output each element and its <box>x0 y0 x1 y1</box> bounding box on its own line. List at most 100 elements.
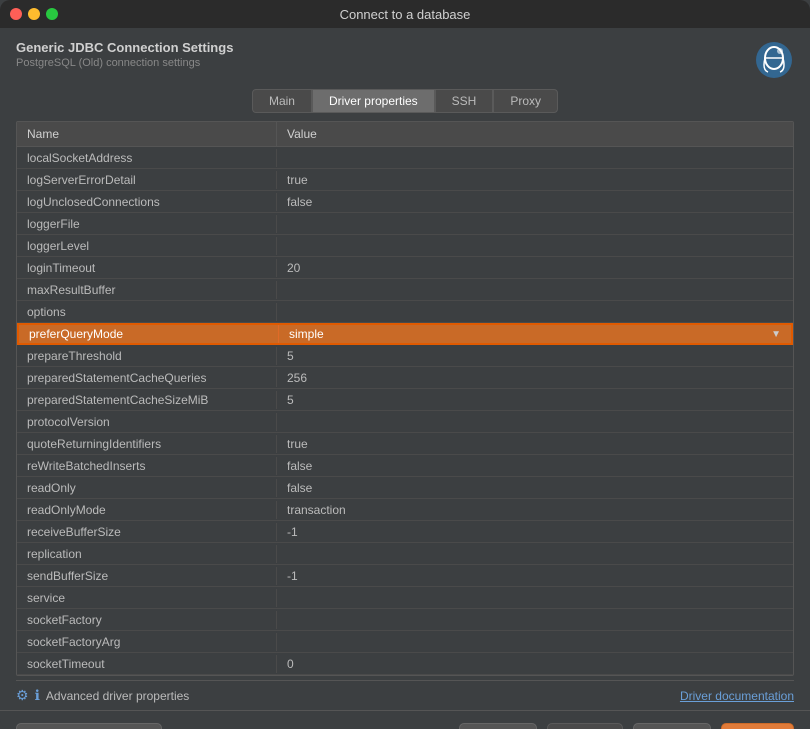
connection-info: Generic JDBC Connection Settings Postgre… <box>16 40 233 69</box>
window-title: Connect to a database <box>340 7 471 22</box>
cell-value <box>277 310 793 314</box>
footer-toolbar: ⚙ ℹ Advanced driver properties Driver do… <box>16 680 794 710</box>
cell-name: loggerFile <box>17 215 277 233</box>
traffic-lights <box>10 8 58 20</box>
table-row[interactable]: quoteReturningIdentifierstrue <box>17 433 793 455</box>
cell-value: -1 <box>277 567 793 585</box>
list-icon[interactable]: ⚙ <box>16 687 29 704</box>
table-row[interactable]: receiveBufferSize-1 <box>17 521 793 543</box>
cell-name: socketFactory <box>17 611 277 629</box>
table-row[interactable]: socketTimeout0 <box>17 653 793 675</box>
table-row[interactable]: replication <box>17 543 793 565</box>
table-row[interactable]: service <box>17 587 793 609</box>
table-row[interactable]: maxResultBuffer <box>17 279 793 301</box>
table-row[interactable]: loggerFile <box>17 213 793 235</box>
cell-name: localSocketAddress <box>17 149 277 167</box>
cell-name: prepareThreshold <box>17 347 277 365</box>
pg-logo <box>754 40 794 85</box>
close-button[interactable] <box>10 8 22 20</box>
column-header-value: Value <box>277 122 327 146</box>
cell-name: socketFactoryArg <box>17 633 277 651</box>
table-row[interactable]: loggerLevel <box>17 235 793 257</box>
next-button[interactable]: Next > <box>547 723 623 729</box>
footer-icons: ⚙ ℹ <box>16 687 40 704</box>
cell-value: false <box>277 193 793 211</box>
tab-main[interactable]: Main <box>252 89 312 113</box>
cell-value: true <box>277 435 793 453</box>
table-body[interactable]: localSocketAddresslogServerErrorDetailtr… <box>17 147 793 675</box>
cell-value: true <box>277 171 793 189</box>
table-row[interactable]: protocolVersion <box>17 411 793 433</box>
table-row[interactable]: localSocketAddress <box>17 147 793 169</box>
table-row[interactable]: preferQueryModesimple▼ <box>17 323 793 345</box>
table-row[interactable]: prepareThreshold5 <box>17 345 793 367</box>
table-row[interactable]: socketFactory <box>17 609 793 631</box>
table-row[interactable]: logServerErrorDetailtrue <box>17 169 793 191</box>
table-row[interactable]: sendBufferSize-1 <box>17 565 793 587</box>
cell-name: preparedStatementCacheQueries <box>17 369 277 387</box>
cell-name: service <box>17 589 277 607</box>
table-row[interactable]: logUnclosedConnectionsfalse <box>17 191 793 213</box>
table-row[interactable]: readOnlyfalse <box>17 477 793 499</box>
cell-value <box>277 420 793 424</box>
cell-name: readOnly <box>17 479 277 497</box>
finish-button[interactable]: Finish <box>721 723 794 729</box>
table-row[interactable]: readOnlyModetransaction <box>17 499 793 521</box>
cell-name: maxResultBuffer <box>17 281 277 299</box>
cell-name: loginTimeout <box>17 259 277 277</box>
driver-documentation-link[interactable]: Driver documentation <box>680 689 794 703</box>
table-row[interactable]: loginTimeout20 <box>17 257 793 279</box>
table-row[interactable]: options <box>17 301 793 323</box>
cell-value: 5 <box>277 347 793 365</box>
table-row[interactable]: reWriteBatchedInsertsfalse <box>17 455 793 477</box>
cell-name: socketTimeout <box>17 655 277 673</box>
tab-driver-properties[interactable]: Driver properties <box>312 89 435 113</box>
cell-value: 5 <box>277 391 793 409</box>
cell-name: quoteReturningIdentifiers <box>17 435 277 453</box>
cell-value <box>277 596 793 600</box>
table-row[interactable]: socketFactoryArg <box>17 631 793 653</box>
cell-value: 20 <box>277 259 793 277</box>
cell-value: -1 <box>277 523 793 541</box>
dialog-content: Generic JDBC Connection Settings Postgre… <box>0 28 810 710</box>
table-row[interactable]: preparedStatementCacheSizeMiB5 <box>17 389 793 411</box>
cell-value: false <box>277 479 793 497</box>
minimize-button[interactable] <box>28 8 40 20</box>
connection-subtitle: PostgreSQL (Old) connection settings <box>16 57 233 69</box>
dropdown-arrow-icon[interactable]: ▼ <box>771 329 781 340</box>
cell-name: preferQueryMode <box>19 325 279 343</box>
cell-value[interactable]: simple▼ <box>279 325 791 343</box>
test-connection-button[interactable]: Test Connection ... <box>16 723 162 729</box>
cell-value <box>277 618 793 622</box>
cell-name: options <box>17 303 277 321</box>
header-row: Generic JDBC Connection Settings Postgre… <box>16 40 794 85</box>
cell-name: logServerErrorDetail <box>17 171 277 189</box>
column-header-name: Name <box>17 122 277 146</box>
cell-name: logUnclosedConnections <box>17 193 277 211</box>
cell-name: protocolVersion <box>17 413 277 431</box>
cancel-button[interactable]: Cancel <box>633 723 711 729</box>
cell-name: readOnlyMode <box>17 501 277 519</box>
cell-value: 256 <box>277 369 793 387</box>
properties-table: Name Value localSocketAddress logServerEr… <box>16 121 794 676</box>
tab-proxy[interactable]: Proxy <box>493 89 558 113</box>
cell-value <box>277 552 793 556</box>
bottom-bar: Test Connection ... < Back Next > Cancel… <box>0 710 810 729</box>
tab-ssh[interactable]: SSH <box>435 89 494 113</box>
back-button[interactable]: < Back <box>459 723 537 729</box>
cell-name: loggerLevel <box>17 237 277 255</box>
table-header: Name Value <box>17 122 793 147</box>
main-window: Connect to a database Generic JDBC Conne… <box>0 0 810 729</box>
cell-name: preparedStatementCacheSizeMiB <box>17 391 277 409</box>
cell-value <box>277 640 793 644</box>
info-icon[interactable]: ℹ <box>35 687 40 704</box>
cell-value <box>277 244 793 248</box>
connection-title: Generic JDBC Connection Settings <box>16 40 233 55</box>
advanced-driver-label: Advanced driver properties <box>46 689 189 703</box>
table-row[interactable]: preparedStatementCacheQueries256 <box>17 367 793 389</box>
cell-value <box>277 156 793 160</box>
cell-name: sendBufferSize <box>17 567 277 585</box>
cell-value: 0 <box>277 655 793 673</box>
maximize-button[interactable] <box>46 8 58 20</box>
cell-value: transaction <box>277 501 793 519</box>
